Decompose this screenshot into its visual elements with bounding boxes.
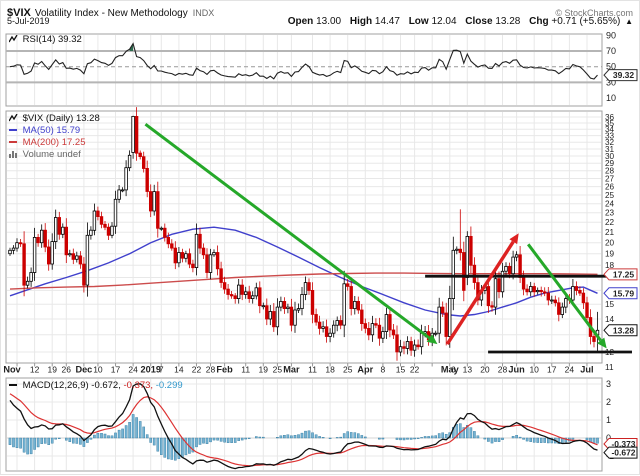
x-tick-label: 24 [565,365,575,375]
svg-text:39.32: 39.32 [613,70,635,80]
svg-text:17.25: 17.25 [613,269,635,279]
high-label: High [350,16,372,27]
x-tick-label: Nov [3,365,21,375]
low-value: 12.04 [431,16,456,27]
x-tick-label: Feb [216,365,233,375]
price-axis-label: 25 [605,191,615,200]
x-tick-label: 24 [128,365,138,375]
x-tick-label: 13 [463,365,473,375]
svg-text:13.28: 13.28 [613,325,635,335]
x-tick-label: 22 [192,365,202,375]
x-tick-label: 17 [111,365,121,375]
price-axis-label: 11 [605,363,614,372]
price-axis-label: 22 [605,218,615,227]
low-label: Low [409,16,429,27]
price-axis-label: 24 [605,200,615,209]
x-tick-label: 25 [343,365,353,375]
high-value: 14.47 [375,16,400,27]
x-tick-label: 12 [30,365,40,375]
macd-axis-label: 3 [606,379,611,389]
price-badge-13.28: 13.28 [604,325,637,336]
x-tick-label: 26 [62,365,72,375]
svg-text:15.79: 15.79 [613,288,635,298]
x-tick-label: 17 [547,365,557,375]
up-triangle-icon: ▲ [625,17,633,26]
x-tick-label: 7 [159,365,164,375]
open-label: Open [288,16,314,27]
chg-value: +0.71 (+5.65%) [551,16,620,27]
x-tick-label: 14 [174,365,184,375]
x-tick-label: 11 [241,365,250,375]
rsi-axis-label: 10 [606,93,616,103]
header-row-2: 5-Jul-2019 Open 13.00 High 14.47 Low 12.… [7,16,633,27]
x-tick-label: 20 [480,365,490,375]
rsi-axis-label: 90 [606,30,616,40]
x-tick-label: 10 [529,365,539,375]
price-axis-label: 23 [605,209,615,218]
x-tick-label: 6 [451,365,456,375]
x-tick-label: 10 [93,365,103,375]
close-label: Close [465,16,492,27]
x-tick-label: 28 [498,365,508,375]
macd-axis-label: 1 [606,415,611,425]
macd-axis-label: 2 [606,397,611,407]
chg-label: Chg [529,16,548,27]
x-tick-label: 19 [259,365,269,375]
x-tick-label: 15 [396,365,406,375]
x-tick-label: Jun [508,365,525,375]
x-tick-label: 19 [47,365,57,375]
price-axis-label: 21 [605,228,615,237]
price-axis-label: 14 [605,315,615,324]
price-axis-label: 12 [605,348,615,357]
price-axis-label: 15 [605,300,615,309]
price-badge-15.79: 15.79 [604,288,637,299]
price-axis-label: 20 [605,239,615,248]
x-tick-label: 22 [410,365,420,375]
x-tick-label: Jul [580,365,593,375]
open-value: 13.00 [316,16,341,27]
chart-date: 5-Jul-2019 [7,16,50,26]
macd-badge--0.672: -0.672 [604,447,637,458]
close-value: 13.28 [495,16,520,27]
chart-canvas: 9070503010363534333231302928272625242322… [1,1,640,476]
x-tick-label: 18 [325,365,335,375]
panel-frames [6,34,602,471]
x-tick-label: Dec [75,365,92,375]
x-axis: Nov121926Dec10172420197142228Feb111925Ma… [3,363,593,375]
x-tick-label: 25 [273,365,283,375]
x-tick-label: 8 [381,365,386,375]
x-tick-label: Mar [283,365,300,375]
x-tick-label: Apr [357,365,373,375]
stockcharts-vix-chart: { "header": { "symbol": "$VIX", "title":… [0,0,640,475]
price-badge-17.25: 17.25 [604,269,637,280]
x-tick-label: 28 [206,365,216,375]
rsi-axis-label: 70 [606,46,616,56]
x-tick-label: 11 [308,365,317,375]
quote-summary: Open 13.00 High 14.47 Low 12.04 Close 13… [282,16,633,27]
rsi-value-badge: 39.32 [604,70,637,81]
x-tick-label: 2019 [140,365,160,375]
axis-labels: 9070503010363534333231302928272625242322… [605,30,616,461]
price-axis-label: 19 [605,249,615,258]
svg-text:-0.672: -0.672 [611,448,635,458]
